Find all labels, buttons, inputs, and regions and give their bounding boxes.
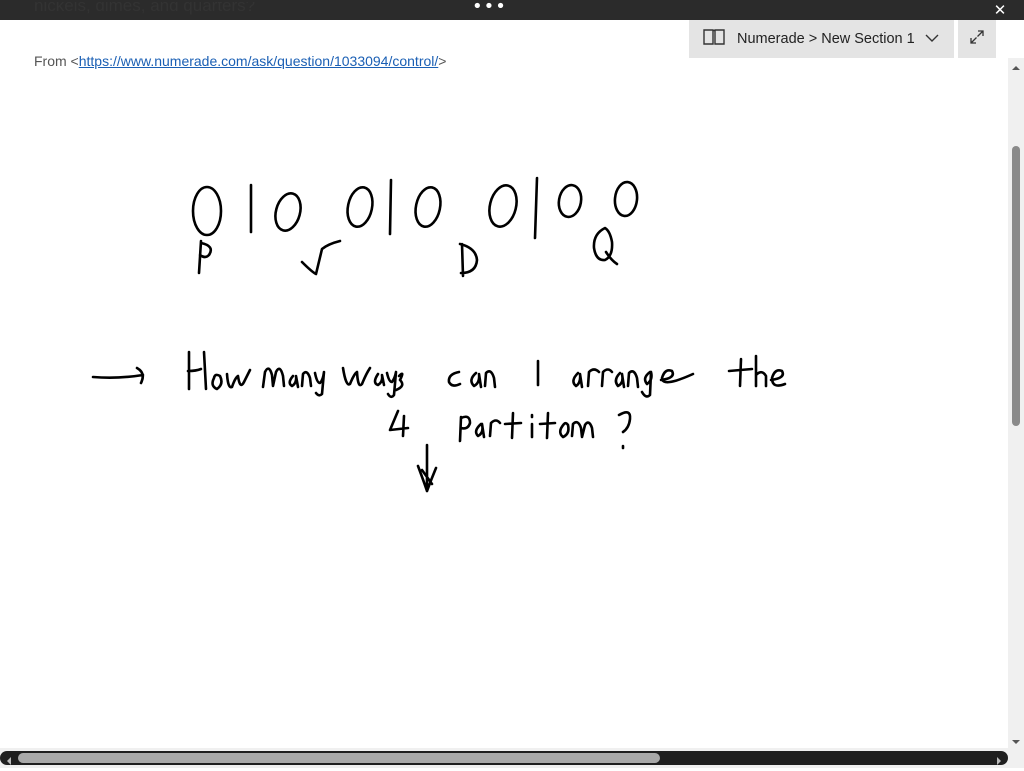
scroll-up-icon[interactable]	[1011, 60, 1021, 70]
vertical-scroll-thumb[interactable]	[1012, 146, 1020, 426]
scroll-left-icon[interactable]	[4, 753, 14, 765]
coin-labels-ink	[197, 226, 619, 278]
scroll-right-icon[interactable]	[994, 753, 1004, 765]
vertical-scrollbar[interactable]	[1008, 58, 1024, 748]
stars-and-bars-ink	[191, 176, 639, 240]
question-line-2-ink	[388, 409, 632, 493]
question-line-1-ink	[91, 350, 787, 399]
horizontal-scroll-thumb[interactable]	[18, 753, 660, 763]
handwriting-canvas	[91, 176, 787, 493]
scroll-down-icon[interactable]	[1011, 734, 1021, 744]
horizontal-scrollbar[interactable]	[0, 748, 1024, 768]
